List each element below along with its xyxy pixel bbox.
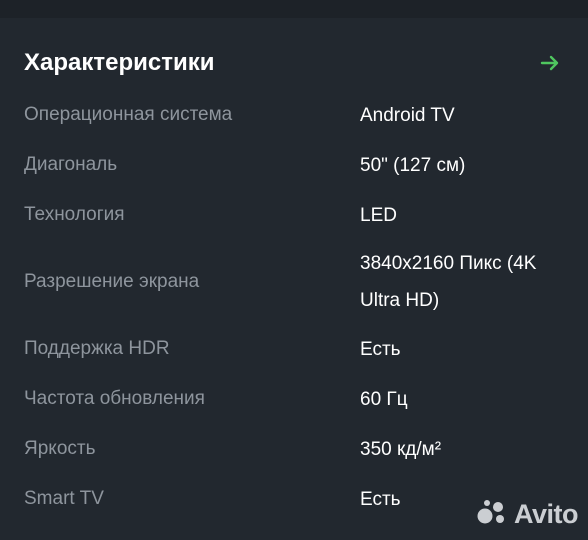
avito-logo-icon (476, 499, 508, 530)
spec-value: Есть (360, 338, 401, 360)
spec-row: Технология LED (24, 190, 564, 240)
specs-list: Операционная система Android TV Диагонал… (24, 90, 564, 524)
spec-label: Операционная система (24, 104, 233, 125)
section-header: Характеристики (24, 46, 564, 80)
spec-value: 3840x2160 Пикс (4K Ultra HD) (360, 253, 537, 311)
spec-label: Smart TV (24, 488, 104, 509)
spec-value: 50" (127 см) (360, 154, 466, 176)
spec-label: Технология (24, 204, 125, 225)
spec-label: Диагональ (24, 154, 118, 175)
spec-label: Яркость (24, 438, 96, 459)
spec-value: 60 Гц (360, 388, 408, 410)
watermark-text: Avito (514, 499, 579, 529)
section-title: Характеристики (24, 49, 215, 76)
spec-label: Частота обновления (24, 388, 205, 409)
characteristics-panel: Характеристики Операционная система Andr… (0, 0, 588, 540)
spec-row: Яркость 350 кд/м² (24, 424, 564, 474)
spec-label: Разрешение экрана (24, 271, 200, 292)
spec-row: Диагональ 50" (127 см) (24, 140, 564, 190)
arrow-right-icon[interactable] (540, 53, 560, 73)
spec-value: LED (360, 204, 397, 226)
spec-value: Android TV (360, 104, 455, 126)
avito-watermark: Avito (476, 499, 579, 530)
spec-value: 350 кд/м² (360, 438, 442, 460)
spec-row: Частота обновления 60 Гц (24, 374, 564, 424)
spec-row: Поддержка HDR Есть (24, 324, 564, 374)
spec-row: Разрешение экрана 3840x2160 Пикс (4K Ult… (24, 240, 564, 324)
spec-label: Поддержка HDR (24, 338, 170, 359)
spec-row: Операционная система Android TV (24, 90, 564, 140)
